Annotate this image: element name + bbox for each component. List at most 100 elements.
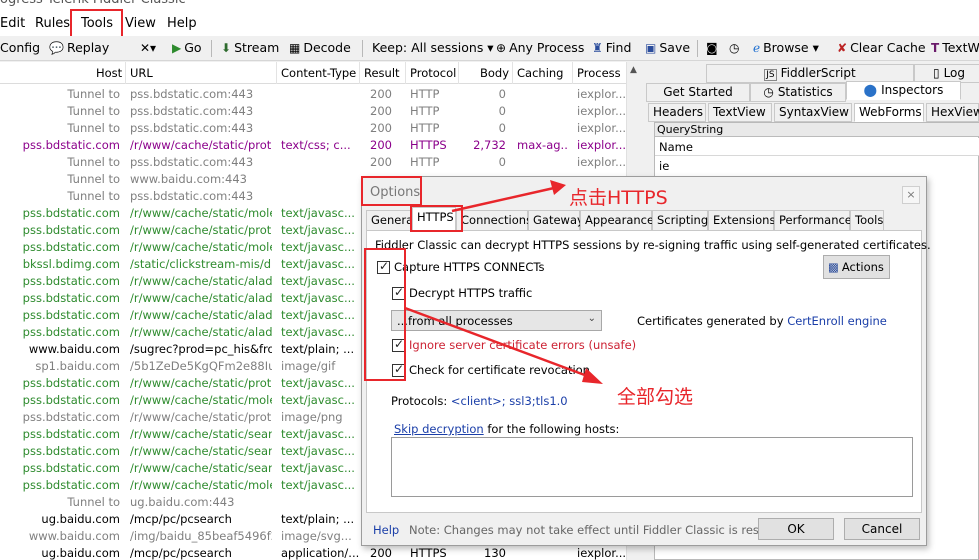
tab-webforms[interactable]: WebForms [854, 103, 924, 122]
tab-performance[interactable]: Performance [774, 210, 852, 230]
clear-cache-button[interactable]: ✘ Clear Cache [837, 40, 926, 55]
session-cell-url: /r/www/cache/static/prot... [130, 223, 272, 237]
tab-hexview[interactable]: HexView [926, 103, 979, 122]
session-cell-url: /static/clickstream-mis/dist... [130, 257, 272, 271]
session-cell-ct: image/gif [281, 359, 336, 373]
session-cell-host: pss.bdstatic.com [22, 206, 120, 220]
screenshot-button[interactable]: ◙ [706, 40, 721, 55]
session-cell-host: Tunnel to [67, 104, 120, 118]
find-button[interactable]: ♜ Find [592, 40, 631, 55]
go-button[interactable]: ▶ Go [172, 40, 202, 55]
col-host[interactable]: Host [96, 66, 122, 80]
session-cell-result: 200 [370, 546, 392, 560]
ok-button[interactable]: OK [758, 518, 834, 540]
tab-appearance[interactable]: Appearance [580, 210, 654, 230]
querystring-row[interactable]: ie [655, 157, 979, 175]
session-cell-host: Tunnel to [67, 495, 120, 509]
menu-edit[interactable]: Edit [0, 16, 25, 31]
decode-button[interactable]: ▦ Decode [289, 40, 351, 55]
tab-syntaxview[interactable]: SyntaxView [774, 103, 852, 122]
help-link[interactable]: Help [373, 523, 399, 537]
session-cell-ct: application/... [281, 546, 360, 560]
session-cell-host: Tunnel to [67, 189, 120, 203]
dialog-footer: Help Note: Changes may not take effect u… [362, 513, 928, 547]
session-cell-host: pss.bdstatic.com [22, 223, 120, 237]
certenroll-link[interactable]: CertEnroll engine [787, 314, 887, 328]
col-protocol[interactable]: Protocol [410, 66, 456, 80]
save-button[interactable]: ▣ Save [645, 40, 690, 55]
session-cell-ct: text/css; c... [281, 138, 351, 152]
https-description: Fiddler Classic can decrypt HTTPS sessio… [375, 238, 931, 252]
tab-scripting[interactable]: Scripting [652, 210, 708, 230]
actions-button[interactable]: ▩ Actions [823, 255, 890, 279]
tab-textview[interactable]: TextView [708, 103, 772, 122]
session-cell-host: sp1.baidu.com [35, 359, 120, 373]
any-process-button[interactable]: ⊕ Any Process [496, 40, 584, 55]
session-cell-url: /r/www/cache/static/sear... [130, 444, 272, 458]
session-cell-ct: text/javasc... [281, 325, 355, 339]
clear-cache-icon: ✘ [837, 41, 848, 55]
timer-icon: ◷ [729, 41, 740, 55]
col-caching[interactable]: Caching [517, 66, 563, 80]
close-button[interactable]: × [902, 186, 920, 204]
session-cell-body: 0 [498, 155, 506, 169]
session-cell-host: pss.bdstatic.com [22, 444, 120, 458]
session-cell-url: /mcp/pc/pcsearch [130, 512, 232, 526]
session-cell-url: pss.bdstatic.com:443 [130, 189, 254, 203]
menu-help[interactable]: Help [167, 16, 197, 31]
camera-icon: ◙ [706, 41, 718, 55]
skip-hosts-textarea[interactable] [391, 437, 913, 497]
skip-decryption-link[interactable]: Skip decryption [394, 422, 484, 436]
keep-sessions-dropdown[interactable]: Keep: All sessions ▾ [372, 40, 494, 55]
session-row[interactable]: Tunnel to pss.bdstatic.com:443 200 HTTP 0 iex… [0, 120, 626, 137]
sessions-header: Host URL Content-Type Result Protocol Bo… [0, 62, 642, 84]
session-row[interactable]: ug.baidu.com/mcp/pc/pcsearch application/… [0, 545, 626, 560]
session-cell-host: Tunnel to [67, 155, 120, 169]
tab-get-started[interactable]: Get Started [646, 83, 750, 102]
col-content-type[interactable]: Content-Type [281, 66, 356, 80]
session-cell-host: pss.bdstatic.com [22, 478, 120, 492]
session-cell-protocol: HTTPS [410, 546, 447, 560]
session-cell-url: /sugrec?prod=pc_his&fro... [130, 342, 272, 356]
stream-button[interactable]: ⬇ Stream [221, 40, 279, 55]
decode-icon: ▦ [289, 41, 301, 55]
menu-rules[interactable]: Rules [35, 16, 70, 31]
session-cell-host: pss.bdstatic.com [22, 240, 120, 254]
col-process[interactable]: Process [577, 66, 621, 80]
tab-general[interactable]: General [366, 210, 416, 230]
session-cell-url: /r/www/cache/static/alad... [130, 274, 272, 288]
cancel-button[interactable]: Cancel [844, 518, 920, 540]
tab-tools[interactable]: Tools [850, 210, 884, 230]
capture-https-label[interactable]: Capture HTTPS CONNECTs [394, 260, 544, 274]
config-button[interactable]: Config [0, 40, 40, 55]
tab-extensions[interactable]: Extensions [708, 210, 775, 230]
textwizard-button[interactable]: T TextW [931, 40, 979, 55]
tab-headers[interactable]: Headers [648, 103, 706, 122]
menu-view[interactable]: View [125, 16, 156, 31]
col-result[interactable]: Result [364, 66, 400, 80]
inspectors-icon: ⬤ [863, 83, 878, 97]
session-cell-result: 200 [370, 155, 392, 169]
session-row[interactable]: Tunnel to pss.bdstatic.com:443 200 HTTP 0 iex… [0, 103, 626, 120]
querystring-name-header[interactable]: Name [655, 138, 979, 156]
replay-button[interactable]: 💬 Replay [49, 40, 109, 55]
session-row[interactable]: Tunnel to pss.bdstatic.com:443 200 HTTP 0 iex… [0, 86, 626, 103]
session-cell-url: /r/www/cache/static/sear... [130, 461, 272, 475]
stream-icon: ⬇ [221, 41, 232, 55]
tab-inspectors[interactable]: ⬤ Inspectors [846, 81, 961, 100]
col-body[interactable]: Body [480, 66, 509, 80]
session-cell-ct: text/javasc... [281, 478, 355, 492]
session-row[interactable]: Tunnel to pss.bdstatic.com:443 200 HTTP 0 iex… [0, 154, 626, 171]
protocols-link[interactable]: <client>; ssl3;tls1.0 [451, 394, 568, 408]
timer-button[interactable]: ◷ [729, 40, 742, 55]
session-cell-host: pss.bdstatic.com [22, 376, 120, 390]
session-row[interactable]: pss.bdstatic.com/r/www/cache/static/prot… [0, 137, 626, 154]
annotation-click-https: 点击HTTPS [569, 187, 668, 209]
col-url[interactable]: URL [130, 66, 153, 80]
remove-button[interactable]: ✕▾ [140, 40, 159, 55]
tab-statistics[interactable]: ◷ Statistics [750, 83, 846, 102]
session-cell-ct: text/javasc... [281, 376, 355, 390]
session-cell-ct: text/javasc... [281, 308, 355, 322]
browse-button[interactable]: ℯ Browse ▾ [753, 40, 819, 55]
decrypt-https-label[interactable]: Decrypt HTTPS traffic [409, 286, 532, 300]
